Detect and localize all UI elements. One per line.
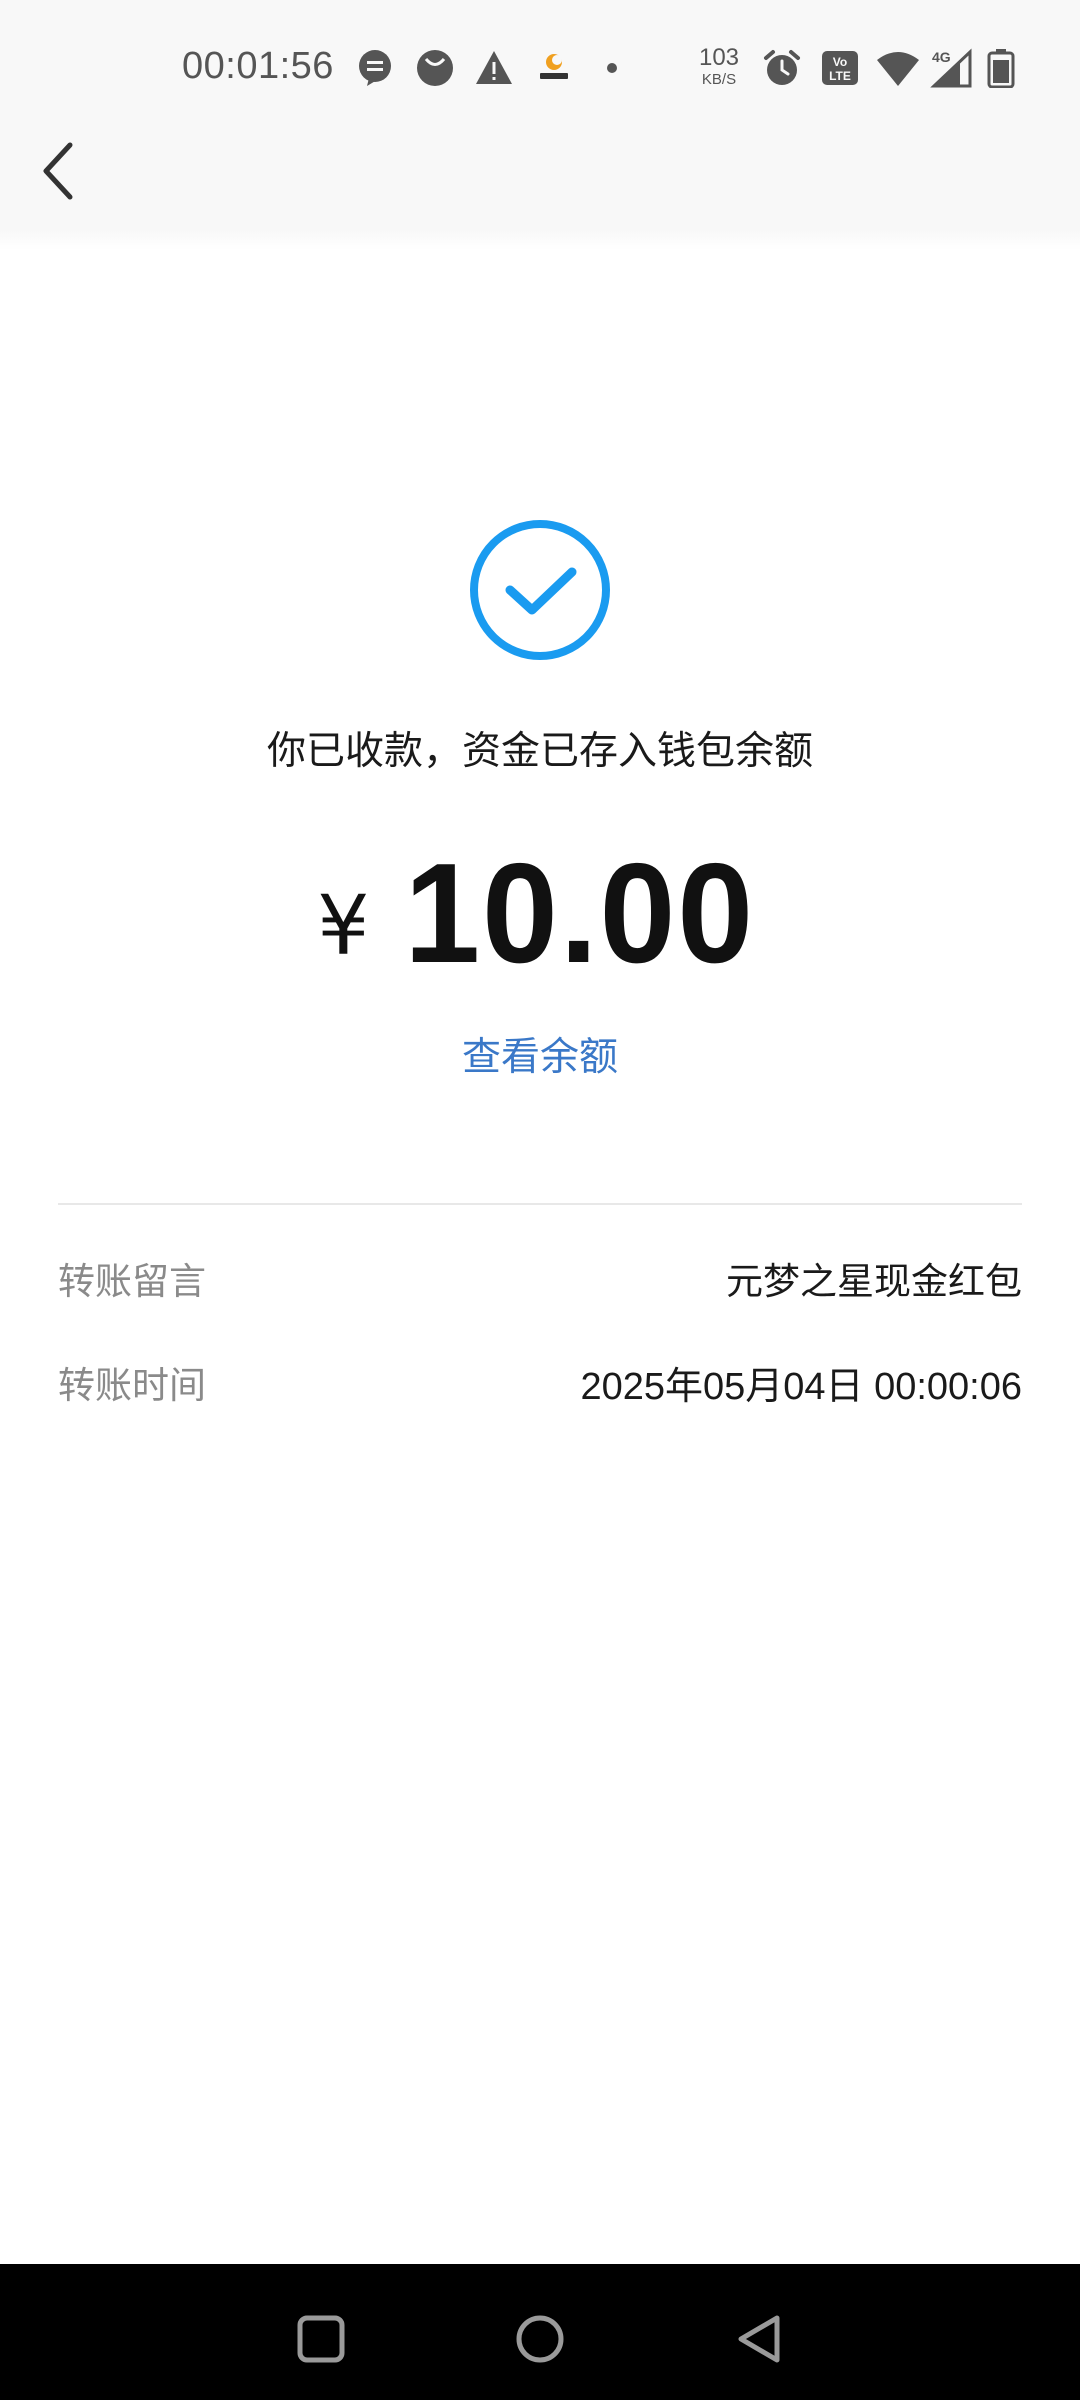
- navigation-bar: [0, 2264, 1080, 2400]
- svg-text:LTE: LTE: [829, 69, 851, 83]
- signal-icon: 4G: [930, 48, 972, 88]
- app-logo-icon: [540, 54, 568, 79]
- net-speed: 103 KB/S: [694, 44, 744, 88]
- home-circle-icon[interactable]: [505, 2304, 575, 2374]
- detail-row-transfer-note: 转账留言 元梦之星现金红包: [58, 1248, 1022, 1308]
- detail-row-transfer-time: 转账时间 2025年05月04日 00:00:06: [58, 1352, 1022, 1412]
- back-button[interactable]: [28, 138, 88, 204]
- amount-display: ¥ 10.00: [0, 832, 1080, 993]
- back-triangle-icon[interactable]: [725, 2304, 795, 2374]
- transfer-time-value: 2025年05月04日 00:00:06: [580, 1365, 1022, 1408]
- net-speed-unit: KB/S: [701, 71, 737, 88]
- view-balance-link[interactable]: 查看余额: [0, 1026, 1080, 1082]
- svg-text:Vo: Vo: [833, 55, 847, 69]
- transfer-time-label: 转账时间: [58, 1364, 206, 1407]
- currency-symbol: ¥: [317, 879, 370, 974]
- circle-app-icon: [417, 50, 453, 86]
- transfer-received-page: 00:01:56 103 KB/S Vo LTE 4G 你已收款，资金已存入钱包…: [0, 0, 1080, 2400]
- header-shadow: [0, 230, 1080, 250]
- amount-value: 10.00: [404, 834, 756, 993]
- chevron-left-icon: [43, 142, 73, 200]
- warning-icon: [476, 51, 512, 84]
- chat-bubble-icon: [359, 50, 391, 86]
- success-message: 你已收款，资金已存入钱包余额: [266, 729, 813, 774]
- wifi-icon: [877, 52, 919, 86]
- check-circle-icon: [470, 520, 610, 660]
- header-bar: [0, 100, 1080, 240]
- alarm-icon: [764, 50, 800, 85]
- network-type-label: 4G: [932, 49, 951, 65]
- recents-square-icon[interactable]: [286, 2304, 356, 2374]
- status-time: 00:01:56: [182, 45, 334, 87]
- transfer-note-label: 转账留言: [58, 1260, 206, 1303]
- dot-icon: [607, 63, 617, 73]
- volte-icon: Vo LTE: [822, 51, 858, 85]
- divider: [58, 1203, 1022, 1205]
- net-speed-value: 103: [698, 44, 740, 71]
- battery-icon: [987, 49, 1015, 88]
- transfer-note-value: 元梦之星现金红包: [726, 1260, 1022, 1303]
